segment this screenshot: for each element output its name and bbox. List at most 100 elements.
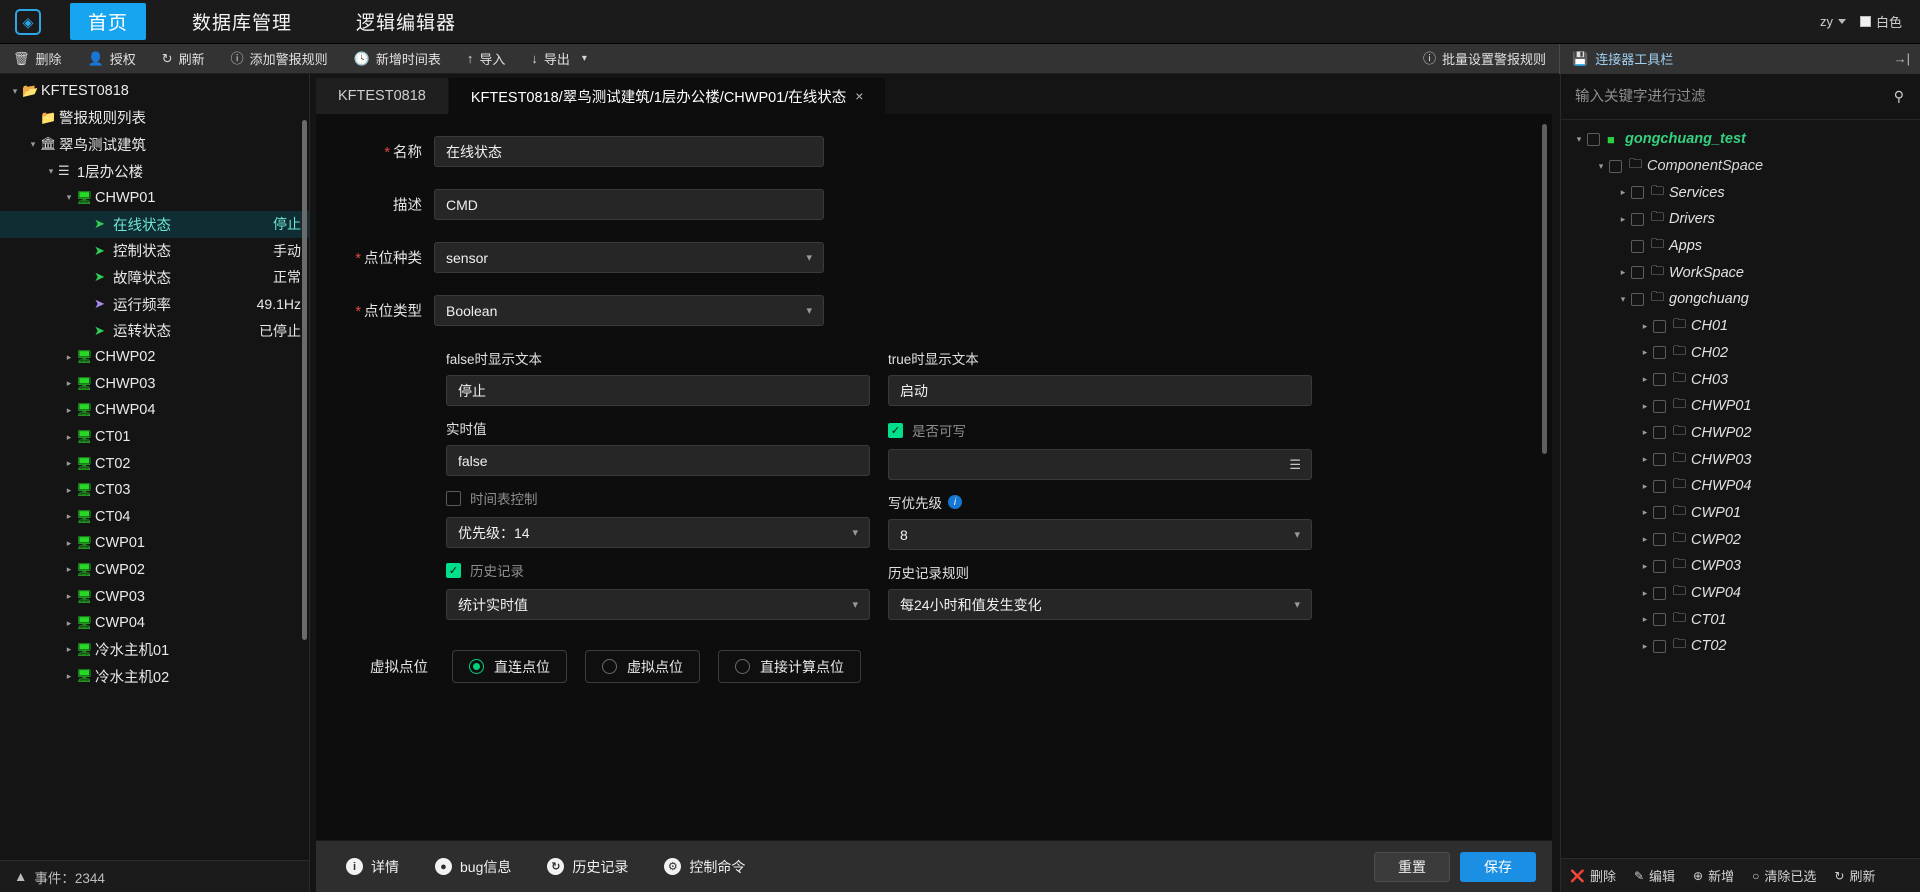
schedule-control-checkbox[interactable]: ✓ xyxy=(446,490,461,506)
tree-row[interactable]: ▸ 🖥 冷水主机02 xyxy=(0,663,309,690)
connector-node-checkbox[interactable] xyxy=(1653,613,1666,627)
toolbar-batch-alarm-button[interactable]: ⓘ 批量设置警报规则 xyxy=(1410,44,1559,74)
toolbar-delete-button[interactable]: 🗑 删除 xyxy=(0,44,75,74)
tree-row[interactable]: ▸ 🖥 CT01 xyxy=(0,424,309,451)
write-value-input[interactable] xyxy=(888,449,1312,480)
chevron-down-icon[interactable]: ▾ xyxy=(44,166,58,177)
tree-row[interactable]: ▸ 🖥 CT02 xyxy=(0,450,309,477)
chevron-right-icon[interactable]: ▸ xyxy=(62,378,76,389)
connector-tree-row[interactable]: 🗀 Apps xyxy=(1561,233,1920,260)
connector-node-checkbox[interactable] xyxy=(1653,399,1666,413)
chevron-down-icon[interactable]: ▾ xyxy=(1593,161,1609,172)
tree-row[interactable]: ▸ 🖥 CWP04 xyxy=(0,610,309,637)
toolbar-add-schedule-button[interactable]: 🕓 新增时间表 xyxy=(341,44,454,74)
description-input[interactable] xyxy=(434,189,824,220)
radio-computed-point[interactable]: 直接计算点位 xyxy=(718,650,861,683)
chevron-right-icon[interactable]: ▸ xyxy=(1637,401,1653,412)
nav-item-2[interactable]: 逻辑编辑器 xyxy=(338,3,474,40)
connector-tree-row[interactable]: ▸ 🗀 CWP03 xyxy=(1561,553,1920,580)
connector-add-button[interactable]: ⊕ 新增 xyxy=(1684,866,1743,885)
history-button[interactable]: ↻ 历史记录 xyxy=(533,850,642,884)
tree-row[interactable]: ▸ 🖥 CHWP03 xyxy=(0,371,309,398)
history-rule-select[interactable]: 每24小时和值发生变化 ▾ xyxy=(888,589,1312,620)
history-mode-select[interactable]: 统计实时值 ▾ xyxy=(446,589,870,620)
connector-node-checkbox[interactable] xyxy=(1653,639,1666,653)
chevron-right-icon[interactable]: ▸ xyxy=(62,671,76,682)
connector-delete-button[interactable]: ❌ 删除 xyxy=(1561,866,1625,885)
connector-tree-row[interactable]: ▸ 🗀 CH03 xyxy=(1561,366,1920,393)
radio-direct-point[interactable]: 直连点位 xyxy=(452,650,567,683)
tree-row[interactable]: ➤ 故障状态 正常 xyxy=(0,264,309,291)
chevron-right-icon[interactable]: ▸ xyxy=(62,485,76,496)
connector-tree-row[interactable]: ▾ 🗀 gongchuang xyxy=(1561,286,1920,313)
chevron-down-icon[interactable]: ▾ xyxy=(582,53,587,64)
chevron-right-icon[interactable]: ▸ xyxy=(62,405,76,416)
list-menu-icon[interactable]: ☰ xyxy=(1289,457,1301,473)
tree-row[interactable]: ▾ ☰ 1层办公楼 xyxy=(0,158,309,185)
bug-info-button[interactable]: ● bug信息 xyxy=(421,850,525,884)
connector-refresh-button[interactable]: ↻ 刷新 xyxy=(1825,866,1884,885)
connector-node-checkbox[interactable] xyxy=(1653,346,1666,360)
connector-tree-row[interactable]: ▸ 🗀 CWP01 xyxy=(1561,500,1920,527)
tree-row[interactable]: ➤ 在线状态 停止 xyxy=(0,210,309,238)
device-tree-scrollbar[interactable] xyxy=(302,120,307,640)
chevron-right-icon[interactable]: ▸ xyxy=(62,644,76,655)
write-priority-select[interactable]: 8 ▾ xyxy=(888,519,1312,550)
user-menu[interactable]: zy xyxy=(1820,14,1846,29)
connector-tree-row[interactable]: ▸ 🗀 CHWP02 xyxy=(1561,420,1920,447)
priority-select[interactable]: 优先级：14 ▾ xyxy=(446,517,870,548)
save-button[interactable]: 保存 xyxy=(1460,851,1536,882)
connector-node-checkbox[interactable] xyxy=(1631,266,1644,280)
tree-row[interactable]: ▾ 📂 KFTEST0818 xyxy=(0,78,309,105)
connector-node-checkbox[interactable] xyxy=(1653,319,1666,333)
connector-node-checkbox[interactable] xyxy=(1587,132,1600,146)
connector-tree-row[interactable]: ▸ 🗀 CHWP01 xyxy=(1561,393,1920,420)
tree-row[interactable]: ▸ 🖥 CT03 xyxy=(0,477,309,504)
connector-tree-row[interactable]: ▸ 🗀 CT02 xyxy=(1561,633,1920,660)
toolbar-import-button[interactable]: ↑ 导入 xyxy=(454,44,519,74)
info-icon[interactable]: i xyxy=(948,495,962,509)
toolbar-add-alarm-rule-button[interactable]: ⓘ 添加警报规则 xyxy=(218,44,341,74)
connector-node-checkbox[interactable] xyxy=(1653,559,1666,573)
tree-row[interactable]: ▸ 🖥 CHWP04 xyxy=(0,397,309,424)
tree-row[interactable]: ➤ 运行频率 49.1Hz xyxy=(0,291,309,318)
chevron-right-icon[interactable]: ▸ xyxy=(62,564,76,575)
chevron-right-icon[interactable]: ▸ xyxy=(62,538,76,549)
connector-node-checkbox[interactable] xyxy=(1653,453,1666,467)
chevron-right-icon[interactable]: ▸ xyxy=(1637,641,1653,652)
writable-checkbox-row[interactable]: ✓ 是否可写 xyxy=(888,420,1312,440)
connector-node-checkbox[interactable] xyxy=(1653,533,1666,547)
point-type-select[interactable]: Boolean ▾ xyxy=(434,295,824,326)
connector-tree-row[interactable]: ▸ 🗀 CH02 xyxy=(1561,340,1920,367)
theme-switcher[interactable]: 白色 xyxy=(1859,12,1902,31)
radio-virtual-point[interactable]: 虚拟点位 xyxy=(585,650,700,683)
connector-node-checkbox[interactable] xyxy=(1653,479,1666,493)
tree-row[interactable]: ▸ 🖥 冷水主机01 xyxy=(0,636,309,663)
chevron-right-icon[interactable]: ▸ xyxy=(1637,347,1653,358)
chevron-down-icon[interactable]: ▾ xyxy=(1615,294,1631,305)
connector-node-checkbox[interactable] xyxy=(1653,506,1666,520)
chevron-right-icon[interactable]: ▸ xyxy=(1637,588,1653,599)
editor-tab-0[interactable]: KFTEST0818 xyxy=(316,78,449,114)
form-scrollbar[interactable] xyxy=(1542,124,1547,454)
chevron-right-icon[interactable]: ▸ xyxy=(62,618,76,629)
chevron-right-icon[interactable]: ▸ xyxy=(1637,507,1653,518)
writable-checkbox[interactable]: ✓ xyxy=(888,422,903,438)
history-record-checkbox[interactable]: ✓ xyxy=(446,562,461,578)
toolbar-authorize-button[interactable]: 👤 授权 xyxy=(75,44,149,74)
connector-tree-row[interactable]: ▾ 🗀 ComponentSpace xyxy=(1561,153,1920,180)
true-text-input[interactable] xyxy=(888,375,1312,406)
connector-tree-row[interactable]: ▸ 🗀 CT01 xyxy=(1561,606,1920,633)
chevron-right-icon[interactable]: ▸ xyxy=(1637,561,1653,572)
chevron-right-icon[interactable]: ▸ xyxy=(1637,454,1653,465)
chevron-right-icon[interactable]: ▸ xyxy=(62,591,76,602)
chevron-right-icon[interactable]: ▸ xyxy=(62,352,76,363)
connector-tree-row[interactable]: ▸ 🗀 WorkSpace xyxy=(1561,259,1920,286)
search-icon[interactable]: ⚲ xyxy=(1894,88,1904,105)
chevron-right-icon[interactable]: ▸ xyxy=(1615,214,1631,225)
tree-row[interactable]: ▸ 🖥 CT04 xyxy=(0,504,309,531)
connector-node-checkbox[interactable] xyxy=(1631,212,1644,226)
realtime-value-input[interactable] xyxy=(446,445,870,476)
connector-node-checkbox[interactable] xyxy=(1653,426,1666,440)
connector-tree-row[interactable]: ▸ 🗀 Drivers xyxy=(1561,206,1920,233)
